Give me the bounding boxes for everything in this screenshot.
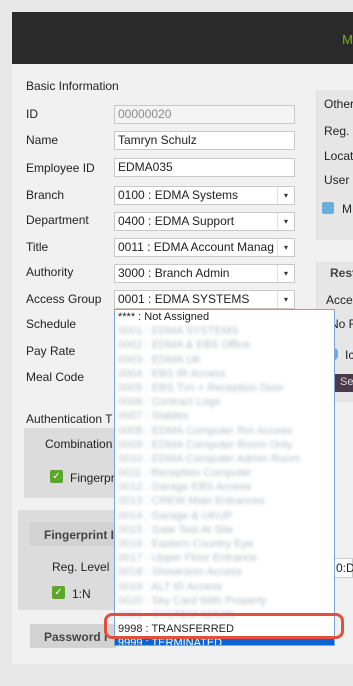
chevron-down-icon: ▾ bbox=[277, 265, 294, 282]
dropdown-option[interactable]: 0003 : EDMA UK bbox=[115, 353, 334, 367]
reg-level-label: Reg. Level bbox=[52, 560, 110, 574]
dropdown-option[interactable]: 0009 : EDMA Computer Room Only bbox=[115, 438, 334, 452]
dropdown-option[interactable]: 0017 : Upper Floor Entrance bbox=[115, 551, 334, 565]
access-group-value: 0001 : EDMA SYSTEMS bbox=[118, 292, 250, 306]
dropdown-option[interactable]: 0016 : Eastern Country Eye bbox=[115, 537, 334, 551]
checkbox-icon[interactable] bbox=[322, 202, 334, 214]
dropdown-option[interactable]: 0020 : Sky Card With Property bbox=[115, 594, 334, 608]
reg-level-right-value: 0:D bbox=[336, 561, 353, 575]
dropdown-option[interactable]: 0005 : EBS Tvn + Reception Door bbox=[115, 381, 334, 395]
selection-highlight-annotation bbox=[104, 613, 344, 639]
dropdown-option[interactable]: 0002 : EDMA & EBS Office bbox=[115, 338, 334, 352]
authority-value: 3000 : Branch Admin bbox=[118, 266, 230, 280]
dropdown-option[interactable]: 0015 : Gate Test At Site bbox=[115, 523, 334, 537]
right-label-m: M bbox=[342, 202, 352, 216]
dropdown-option[interactable]: 0006 : Contract Logs bbox=[115, 395, 334, 409]
dropdown-option[interactable]: 0001 : EDMA SYSTEMS bbox=[115, 324, 334, 338]
dropdown-option[interactable]: 0011 : Reception Computer bbox=[115, 466, 334, 480]
label-meal-code: Meal Code bbox=[26, 370, 85, 384]
fingerprint-checkbox[interactable]: ✓ bbox=[50, 470, 63, 483]
app-header: M bbox=[12, 12, 353, 64]
dropdown-option[interactable]: 0014 : Garage & UKUP bbox=[115, 509, 334, 523]
access-group-dropdown-list[interactable]: **** : Not Assigned 0001 : EDMA SYSTEMS 00… bbox=[114, 309, 335, 646]
right-label-reg: Reg. bbox=[324, 124, 350, 138]
label-id: ID bbox=[26, 107, 38, 121]
employee-id-field[interactable]: EDMA035 bbox=[114, 158, 295, 177]
department-value: 0400 : EDMA Support bbox=[118, 214, 235, 228]
right-info-panel bbox=[316, 90, 353, 240]
section-title-basic-info: Basic Information bbox=[26, 79, 119, 93]
name-field[interactable]: Tamryn Schulz bbox=[114, 131, 295, 150]
fingerprint-section-title: Fingerprint I bbox=[44, 528, 114, 542]
dropdown-option[interactable]: 0019 : ALT ID Access bbox=[115, 580, 334, 594]
dropdown-option[interactable]: 0018 : Showroom Access bbox=[115, 565, 334, 579]
right-label-other: Other bbox=[324, 97, 353, 111]
restriction-option-label: Ic bbox=[345, 348, 353, 362]
fingerprint-label: Fingerpr bbox=[70, 471, 115, 485]
title-value: 0011 : EDMA Account Manag bbox=[118, 240, 274, 254]
chevron-down-icon: ▾ bbox=[277, 187, 294, 204]
chevron-down-icon: ▾ bbox=[277, 291, 294, 308]
label-authority: Authority bbox=[26, 265, 74, 279]
restriction-title: Rest bbox=[330, 266, 353, 280]
dropdown-option[interactable]: 0008 : EDMA Computer Rm Access bbox=[115, 424, 334, 438]
mode-checkbox[interactable]: ✓ bbox=[52, 586, 65, 599]
password-section-title: Password I bbox=[44, 630, 108, 644]
dropdown-option[interactable]: 0010 : EDMA Computer Admin Room bbox=[115, 452, 334, 466]
chevron-down-icon: ▾ bbox=[277, 213, 294, 230]
chevron-down-icon: ▾ bbox=[277, 239, 294, 256]
label-title: Title bbox=[26, 240, 49, 254]
label-employee-id: Employee ID bbox=[26, 161, 95, 175]
label-pay-rate: Pay Rate bbox=[26, 344, 76, 358]
label-branch: Branch bbox=[26, 188, 65, 202]
restriction-access-label: Acce bbox=[326, 293, 353, 307]
branch-value: 0100 : EDMA Systems bbox=[118, 188, 239, 202]
select-button-label: Se bbox=[340, 376, 353, 388]
dropdown-option[interactable]: 0013 : CREW Main Entrances bbox=[115, 494, 334, 508]
label-name: Name bbox=[26, 133, 59, 147]
dropdown-option[interactable]: **** : Not Assigned bbox=[115, 310, 334, 324]
branch-select[interactable]: 0100 : EDMA Systems ▾ bbox=[114, 186, 295, 205]
label-schedule: Schedule bbox=[26, 317, 77, 331]
id-field: 00000020 bbox=[114, 105, 295, 124]
authentication-title: Authentication T bbox=[26, 412, 113, 426]
dropdown-option[interactable]: 0012 : Garage EBS Access bbox=[115, 480, 334, 494]
combination-label: Combination bbox=[45, 437, 113, 451]
dropdown-option[interactable]: 0007 : Stables bbox=[115, 409, 334, 423]
title-select[interactable]: 0011 : EDMA Account Manag ▾ bbox=[114, 238, 295, 257]
select-button[interactable]: Se bbox=[335, 374, 353, 392]
authority-select[interactable]: 3000 : Branch Admin ▾ bbox=[114, 264, 295, 283]
access-group-select[interactable]: 0001 : EDMA SYSTEMS ▾ bbox=[114, 290, 295, 309]
label-access-group: Access Group bbox=[26, 292, 102, 306]
dropdown-option[interactable]: 0004 : EBS IR Access bbox=[115, 367, 334, 381]
right-label-user: User bbox=[324, 173, 350, 187]
brand-text: M bbox=[342, 32, 353, 47]
department-select[interactable]: 0400 : EDMA Support ▾ bbox=[114, 212, 295, 231]
mode-label: 1:N bbox=[72, 587, 91, 601]
label-department: Department bbox=[26, 213, 89, 227]
right-label-location: Locat bbox=[324, 149, 353, 163]
